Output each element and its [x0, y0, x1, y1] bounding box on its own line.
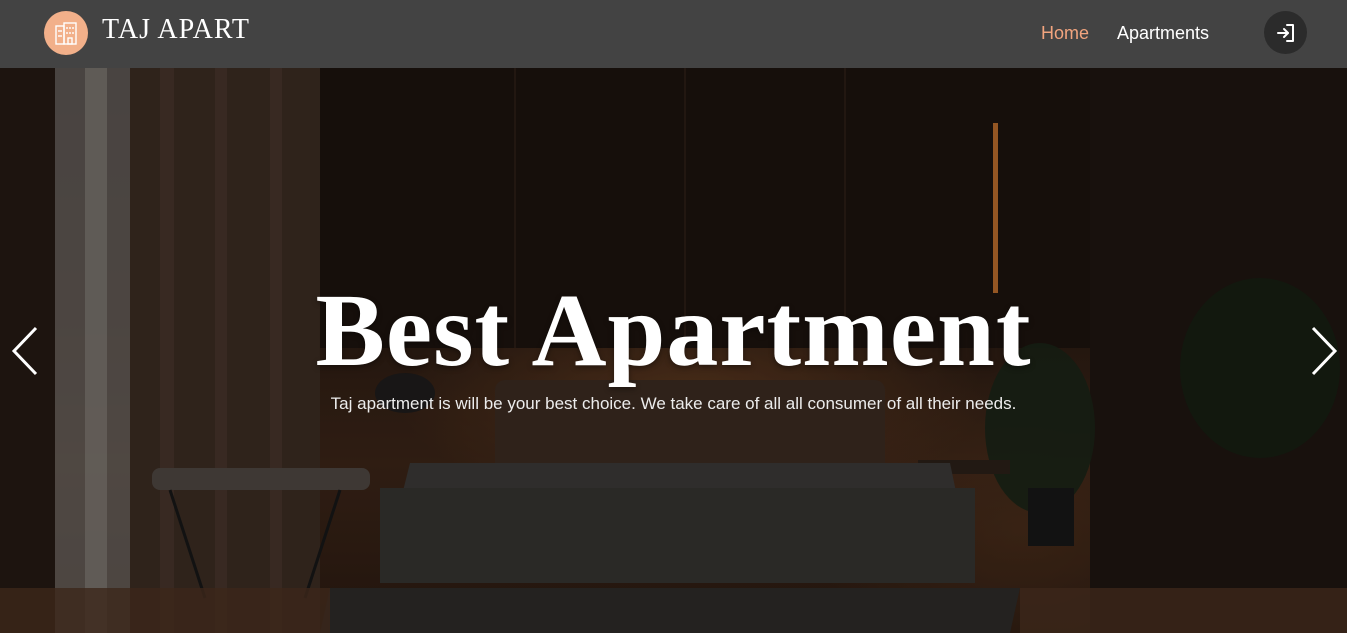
brand-name[interactable]: TAJ APART [102, 13, 250, 47]
nav-link-apartments[interactable]: Apartments [1117, 21, 1209, 45]
apartment-building-icon [55, 22, 77, 45]
navbar: TAJ APART Home Apartments [0, 0, 1347, 68]
chevron-left-icon [11, 326, 38, 376]
login-button[interactable] [1264, 11, 1307, 54]
hero-carousel: Best Apartment Taj apartment is will be … [0, 68, 1347, 633]
chevron-right-icon [1311, 326, 1338, 376]
carousel-next-button[interactable] [1307, 326, 1341, 376]
hero-subtitle: Taj apartment is will be your best choic… [330, 394, 1017, 413]
nav-link-home[interactable]: Home [1041, 21, 1089, 45]
hero-title: Best Apartment [315, 273, 1032, 388]
sign-in-icon [1276, 23, 1294, 42]
carousel-prev-button[interactable] [8, 326, 42, 376]
brand-logo[interactable] [44, 11, 88, 55]
